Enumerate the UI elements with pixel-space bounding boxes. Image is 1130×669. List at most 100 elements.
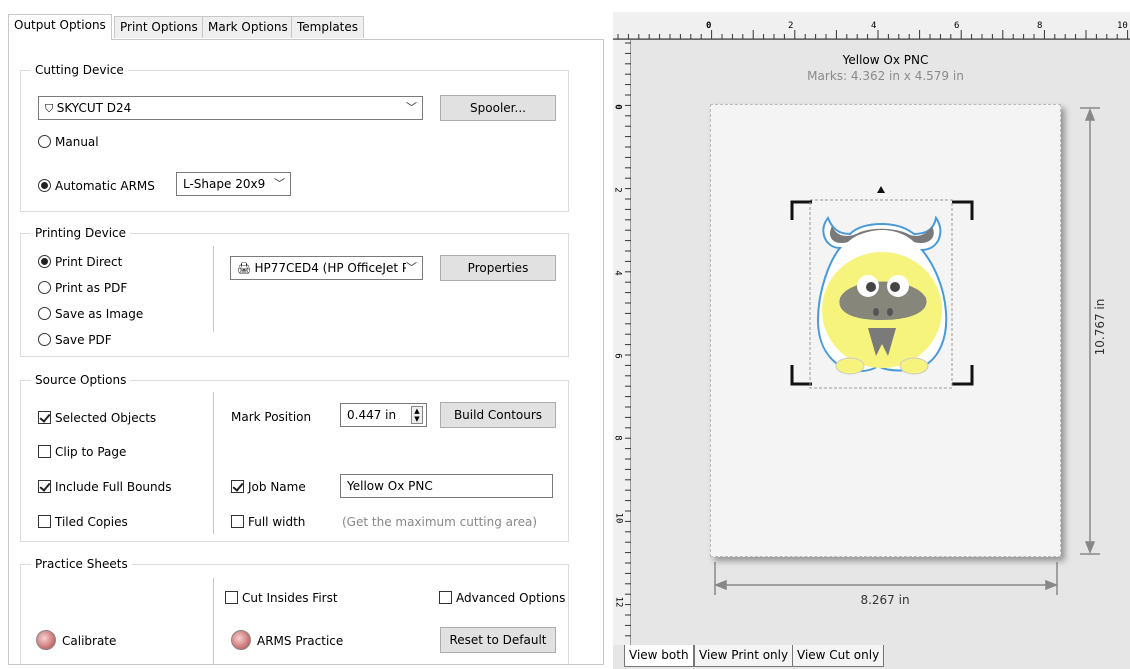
job-name-checkbox[interactable]: Job Name <box>231 479 306 495</box>
arms-practice-icon <box>231 630 251 650</box>
checkbox-indicator <box>231 515 244 528</box>
printer-value: HP77CED4 (HP OfficeJet P <box>254 261 410 275</box>
radio-indicator <box>38 135 51 148</box>
print-as-pdf-label: Print as PDF <box>55 281 128 295</box>
chevron-down-icon: ﹀ <box>406 257 417 279</box>
cut-insides-first-label: Cut Insides First <box>242 591 338 605</box>
printer-icon: 🖨 <box>237 262 255 275</box>
ruler-v-label-10: 10 <box>613 512 624 524</box>
dimension-lines <box>713 107 1100 595</box>
automatic-arms-label: Automatic ARMS <box>55 179 155 193</box>
mark-position-value: 0.447 in <box>347 408 397 422</box>
spin-up-icon: ▲ <box>414 407 420 415</box>
calibrate-label: Calibrate <box>62 634 117 648</box>
tab-view-cut-only[interactable]: View Cut only <box>792 645 885 667</box>
job-name-input[interactable]: Yellow Ox PNC <box>340 474 553 498</box>
spooler-button[interactable]: Spooler... <box>440 95 556 121</box>
job-name-value: Yellow Ox PNC <box>347 479 433 493</box>
cutting-device-title: Cutting Device <box>31 62 128 78</box>
tab-view-print-only[interactable]: View Print only <box>694 645 794 667</box>
ruler-h-label-10: 10 <box>1117 21 1128 31</box>
radio-indicator <box>38 333 51 346</box>
print-direct-radio[interactable]: Print Direct <box>38 254 122 270</box>
page-height-label: 10.767 in <box>1093 298 1107 356</box>
print-as-pdf-radio[interactable]: Print as PDF <box>38 280 127 296</box>
horizontal-ruler: 0 2 4 6 8 10 <box>613 12 1130 40</box>
preview-marks-size: Marks: 4.362 in x 4.579 in <box>807 69 964 83</box>
full-width-label: Full width <box>248 515 306 529</box>
advanced-options-checkbox[interactable]: Advanced Options <box>439 590 565 606</box>
cutting-device-value: SKYCUT D24 <box>56 101 132 115</box>
include-full-bounds-checkbox[interactable]: Include Full Bounds <box>38 479 171 495</box>
chevron-down-icon: ﹀ <box>274 177 285 190</box>
ruler-h-label-2: 2 <box>788 21 794 31</box>
save-as-image-radio[interactable]: Save as Image <box>38 306 143 322</box>
practice-sheets-title: Practice Sheets <box>31 556 132 572</box>
cutter-icon: ⛉ <box>45 102 57 115</box>
reset-to-default-button[interactable]: Reset to Default <box>440 627 556 653</box>
ruler-v-label-0: 0 <box>612 104 623 110</box>
ruler-v-label-8: 8 <box>612 435 623 441</box>
vertical-ruler: 0 2 4 6 8 10 12 <box>613 40 631 645</box>
arms-shape-select[interactable]: L-Shape 20x9 ﹀ <box>176 172 291 196</box>
page-width-label: 8.267 in <box>860 593 910 607</box>
arms-practice-label: ARMS Practice <box>257 634 344 648</box>
calibrate-button[interactable]: Calibrate <box>36 630 116 650</box>
selected-objects-label: Selected Objects <box>55 411 157 425</box>
radio-indicator <box>38 179 51 192</box>
options-tabstrip: Output Options Print Options Mark Option… <box>8 14 604 40</box>
build-contours-button[interactable]: Build Contours <box>440 402 556 428</box>
arms-practice-button[interactable]: ARMS Practice <box>231 630 343 650</box>
printer-select[interactable]: 🖨 HP77CED4 (HP OfficeJet P ﹀ <box>230 256 423 280</box>
ruler-h-label-8: 8 <box>1037 21 1043 31</box>
calibrate-icon <box>36 630 56 650</box>
selected-objects-checkbox[interactable]: Selected Objects <box>38 410 156 426</box>
ruler-h-label-4: 4 <box>871 21 877 31</box>
tiled-copies-checkbox[interactable]: Tiled Copies <box>38 514 128 530</box>
tab-print-options[interactable]: Print Options <box>114 16 204 38</box>
radio-indicator <box>38 281 51 294</box>
arms-shape-value: L-Shape 20x9 <box>183 177 266 191</box>
spin-down-icon: ▼ <box>414 415 420 423</box>
advanced-options-label: Advanced Options <box>456 591 566 605</box>
tab-mark-options[interactable]: Mark Options <box>202 16 294 38</box>
checkbox-indicator <box>225 591 238 604</box>
manual-radio[interactable]: Manual <box>38 134 99 150</box>
tab-templates[interactable]: Templates <box>291 16 365 38</box>
save-pdf-radio[interactable]: Save PDF <box>38 332 112 348</box>
tiled-copies-label: Tiled Copies <box>55 515 128 529</box>
chevron-down-icon: ﹀ <box>406 101 417 114</box>
tab-output-options[interactable]: Output Options <box>8 14 112 40</box>
ruler-v-label-12: 12 <box>613 596 624 608</box>
cut-insides-first-checkbox[interactable]: Cut Insides First <box>225 590 338 606</box>
save-pdf-label: Save PDF <box>55 333 112 347</box>
manual-label: Manual <box>55 135 99 149</box>
checkbox-indicator <box>38 445 51 458</box>
checkbox-indicator <box>231 480 244 493</box>
automatic-arms-radio[interactable]: Automatic ARMS <box>38 178 155 194</box>
ruler-ticks-v <box>625 42 631 637</box>
checkbox-indicator <box>38 411 51 424</box>
ruler-h-label-0: 0 <box>706 21 712 31</box>
ruler-v-label-4: 4 <box>612 270 623 276</box>
radio-indicator <box>38 255 51 268</box>
checkbox-indicator <box>38 515 51 528</box>
mark-position-label: Mark Position <box>231 410 312 424</box>
include-full-bounds-label: Include Full Bounds <box>55 480 172 494</box>
source-separator <box>213 392 214 534</box>
clip-to-page-checkbox[interactable]: Clip to Page <box>38 444 126 460</box>
clip-to-page-label: Clip to Page <box>55 445 127 459</box>
job-name-label: Job Name <box>248 480 306 494</box>
printing-device-title: Printing Device <box>31 225 131 241</box>
full-width-checkbox[interactable]: Full width <box>231 514 305 530</box>
ruler-v-label-2: 2 <box>612 187 623 193</box>
print-direct-label: Print Direct <box>55 255 123 269</box>
properties-button[interactable]: Properties <box>440 255 556 281</box>
cutting-device-select[interactable]: ⛉ SKYCUT D24 ﹀ <box>38 96 423 120</box>
tab-view-both[interactable]: View both <box>624 645 694 667</box>
radio-indicator <box>38 307 51 320</box>
save-as-image-label: Save as Image <box>55 307 144 321</box>
ruler-v-label-6: 6 <box>612 353 623 359</box>
checkbox-indicator <box>439 591 452 604</box>
mark-position-spinner[interactable]: ▲ ▼ <box>411 406 423 424</box>
